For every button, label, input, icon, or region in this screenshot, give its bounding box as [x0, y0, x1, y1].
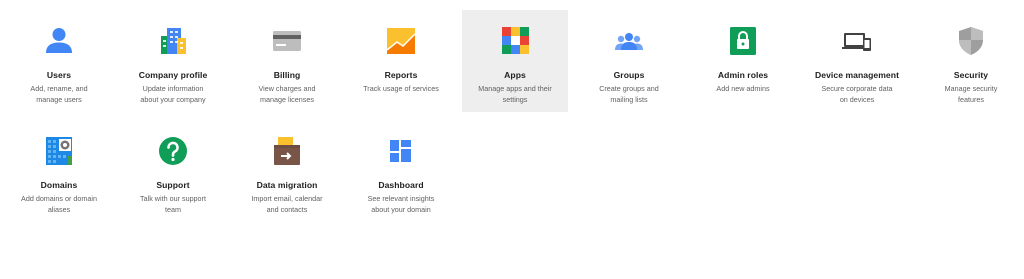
globe-building-icon	[43, 136, 75, 166]
tile-title: Groups	[613, 70, 645, 80]
tile-description: Create groups and mailing lists	[599, 84, 659, 104]
tile-device-management[interactable]: Device management Secure corporate data …	[804, 10, 910, 112]
tile-description: Track usage of services	[363, 84, 439, 93]
tile-title: Users	[46, 70, 72, 80]
tile-admin-roles[interactable]: Admin roles Add new admins	[690, 10, 796, 112]
tile-title: Domains	[40, 180, 78, 190]
tile-description: See relevant insights about your domain	[367, 194, 435, 214]
tile-data-migration[interactable]: Data migration Import email, calendar an…	[234, 120, 340, 222]
tile-dashboard[interactable]: Dashboard See relevant insights about yo…	[348, 120, 454, 222]
tile-company-profile[interactable]: Company profile Update information about…	[120, 10, 226, 112]
shield-icon	[955, 26, 987, 56]
tile-description: Manage apps and their settings	[478, 84, 552, 104]
person-icon	[43, 26, 75, 56]
tile-description: Add, rename, and manage users	[30, 84, 88, 104]
people-icon	[613, 26, 645, 56]
tile-description: Add domains or domain aliases	[21, 194, 97, 214]
lock-icon	[727, 26, 759, 56]
tile-title: Support	[156, 180, 190, 190]
apps-grid-icon	[499, 26, 531, 56]
tile-title: Security	[953, 70, 989, 80]
tile-title: Reports	[384, 70, 418, 80]
tile-reports[interactable]: Reports Track usage of services	[348, 10, 454, 112]
tile-support[interactable]: Support Talk with our support team	[120, 120, 226, 222]
tile-domains[interactable]: Domains Add domains or domain aliases	[6, 120, 112, 222]
tile-description: Update information about your company	[140, 84, 206, 104]
tile-description: Manage security features	[944, 84, 998, 104]
help-icon	[157, 136, 189, 166]
tile-description: Talk with our support team	[140, 194, 206, 214]
archive-box-icon	[271, 136, 303, 166]
tile-description: Import email, calendar and contacts	[251, 194, 323, 214]
tile-title: Device management	[815, 70, 899, 80]
tile-title: Apps	[504, 70, 526, 80]
chart-icon	[385, 26, 417, 56]
tile-billing[interactable]: Billing View charges and manage licenses	[234, 10, 340, 112]
tile-title: Dashboard	[378, 180, 424, 190]
tile-users[interactable]: Users Add, rename, and manage users	[6, 10, 112, 112]
tile-title: Company profile	[138, 70, 208, 80]
dashboard-icon	[385, 136, 417, 166]
tile-security[interactable]: Security Manage security features	[918, 10, 1024, 112]
building-icon	[157, 26, 189, 56]
tile-description: View charges and manage licenses	[258, 84, 316, 104]
devices-icon	[841, 26, 873, 56]
tile-description: Add new admins	[716, 84, 770, 93]
credit-card-icon	[271, 26, 303, 56]
tile-title: Billing	[273, 70, 301, 80]
tile-groups[interactable]: Groups Create groups and mailing lists	[576, 10, 682, 112]
admin-console-grid: Users Add, rename, and manage users Comp…	[2, 10, 1024, 222]
tile-apps[interactable]: Apps Manage apps and their settings	[462, 10, 568, 112]
tile-description: Secure corporate data on devices	[821, 84, 893, 104]
tile-title: Admin roles	[717, 70, 769, 80]
tile-title: Data migration	[256, 180, 318, 190]
